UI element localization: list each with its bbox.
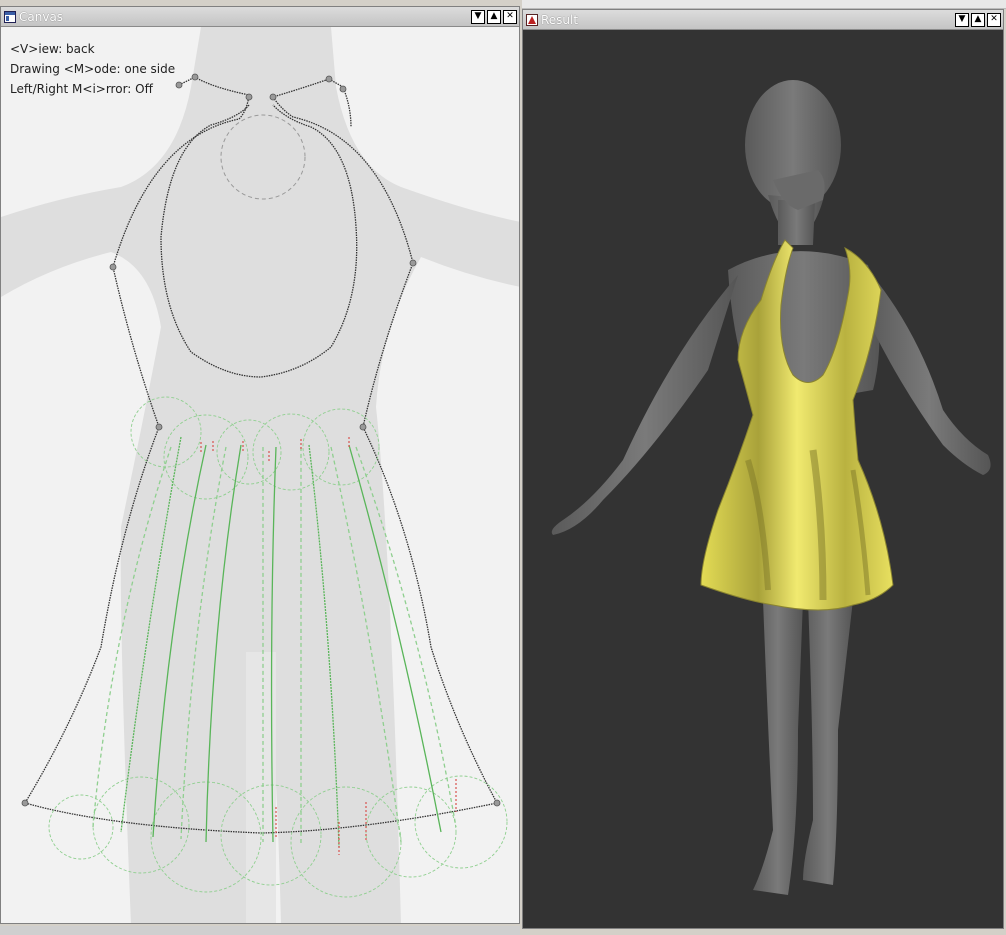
triangle-up-icon: ▲ (974, 14, 982, 24)
pattern-canvas[interactable]: <V>iew: back Drawing <M>ode: one side Le… (1, 27, 519, 923)
close-button[interactable]: ✕ (987, 12, 1001, 27)
3d-viewport[interactable] (523, 30, 1003, 928)
minimize-button[interactable]: ▼ (471, 9, 485, 24)
result-window-title: Result (541, 12, 579, 27)
maximize-button[interactable]: ▲ (487, 9, 501, 24)
3d-render[interactable] (523, 30, 1003, 928)
minimize-button[interactable]: ▼ (955, 12, 969, 27)
result-titlebar[interactable]: Result ▼ ▲ ✕ (523, 10, 1003, 30)
pattern-drawing[interactable] (1, 27, 519, 923)
bottom-strip (0, 926, 520, 935)
drawing-mode-status: Drawing <M>ode: one side (10, 62, 176, 76)
close-icon: ✕ (990, 14, 998, 24)
background-strip (522, 0, 1006, 9)
triangle-up-icon: ▲ (490, 11, 498, 21)
view-status: <V>iew: back (10, 42, 95, 56)
mirror-status: Left/Right M<i>rror: Off (10, 82, 153, 96)
canvas-window: Canvas ▼ ▲ ✕ <V>iew: back Drawing <M>ode… (0, 6, 520, 924)
close-button[interactable]: ✕ (503, 9, 517, 24)
maximize-button[interactable]: ▲ (971, 12, 985, 27)
close-icon: ✕ (506, 11, 514, 21)
result-window: Result ▼ ▲ ✕ (522, 9, 1004, 929)
window-app-icon (526, 13, 538, 26)
window-app-icon (4, 10, 16, 23)
canvas-titlebar[interactable]: Canvas ▼ ▲ ✕ (1, 7, 519, 27)
triangle-down-icon: ▼ (958, 14, 966, 24)
canvas-status-overlay: <V>iew: back Drawing <M>ode: one side Le… (10, 39, 175, 99)
canvas-window-title: Canvas (19, 9, 64, 24)
triangle-down-icon: ▼ (474, 11, 482, 21)
